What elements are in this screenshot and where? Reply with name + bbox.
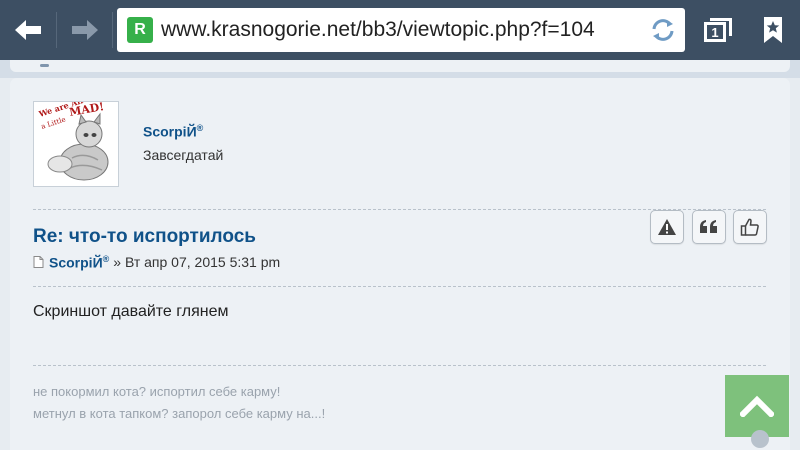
- arrow-right-icon: [72, 20, 98, 40]
- tabs-button[interactable]: 1: [690, 0, 746, 60]
- browser-toolbar: R www.krasnogorie.net/bb3/viewtopic.php?…: [0, 0, 800, 60]
- chevron-up-icon: [740, 395, 774, 417]
- post-date: Вт апр 07, 2015 5:31 pm: [124, 254, 281, 271]
- avatar-cat-image: We are All a Little MAD!: [34, 102, 118, 186]
- address-bar[interactable]: R www.krasnogorie.net/bb3/viewtopic.php?…: [117, 8, 685, 52]
- post-author-name[interactable]: ScorpiЙ®: [143, 123, 203, 140]
- post-title[interactable]: Re: что-то испортилось: [33, 226, 256, 248]
- scroll-to-top-button[interactable]: [725, 375, 789, 437]
- avatar[interactable]: We are All a Little MAD!: [33, 101, 119, 187]
- tab-count: 1: [704, 22, 726, 42]
- signature-line: метнул в кота тапком? запорол себе карму…: [33, 406, 326, 421]
- meta-author-text[interactable]: ScorpiЙ: [49, 255, 103, 271]
- bookmark-star-icon: [763, 17, 782, 43]
- signature-line: не покормил кота? испортил себе карму!: [33, 384, 281, 399]
- corner-circle-icon: [751, 430, 769, 448]
- author-name-text[interactable]: ScorpiЙ: [143, 124, 197, 140]
- bookmark-button[interactable]: [745, 0, 800, 60]
- reload-button[interactable]: [649, 16, 677, 44]
- like-button[interactable]: [733, 210, 767, 244]
- previous-post-bottom: [10, 60, 790, 72]
- forum-post: We are All a Little MAD! ScorpiЙ® Завсег…: [10, 78, 790, 450]
- post-content: Скриншот давайте глянем: [33, 303, 229, 320]
- post-meta: ScorpiЙ® » Вт апр 07, 2015 5:31 pm: [33, 254, 280, 271]
- toolbar-divider: [112, 12, 113, 48]
- site-favicon-icon: R: [127, 17, 153, 43]
- meta-author[interactable]: ScorpiЙ®: [49, 254, 109, 271]
- quote-button[interactable]: [692, 210, 726, 244]
- divider: [33, 286, 766, 287]
- author-mark: ®: [196, 123, 204, 133]
- author-rank: Завсегдатай: [143, 147, 224, 163]
- post-page-icon[interactable]: [33, 256, 44, 269]
- signature-divider: [33, 365, 766, 366]
- back-button[interactable]: [0, 0, 56, 60]
- divider-dot-icon: [40, 64, 49, 67]
- arrow-left-icon: [15, 20, 41, 40]
- warning-icon: [658, 219, 676, 235]
- meta-author-mark: ®: [102, 254, 110, 264]
- reload-icon: [652, 19, 674, 41]
- url-text[interactable]: www.krasnogorie.net/bb3/viewtopic.php?f=…: [161, 18, 649, 42]
- quote-icon: [700, 220, 717, 233]
- forward-button[interactable]: [57, 0, 113, 60]
- thumbs-up-icon: [740, 218, 759, 236]
- date-separator: »: [113, 254, 122, 271]
- report-button[interactable]: [650, 210, 684, 244]
- tabs-icon: 1: [704, 18, 732, 42]
